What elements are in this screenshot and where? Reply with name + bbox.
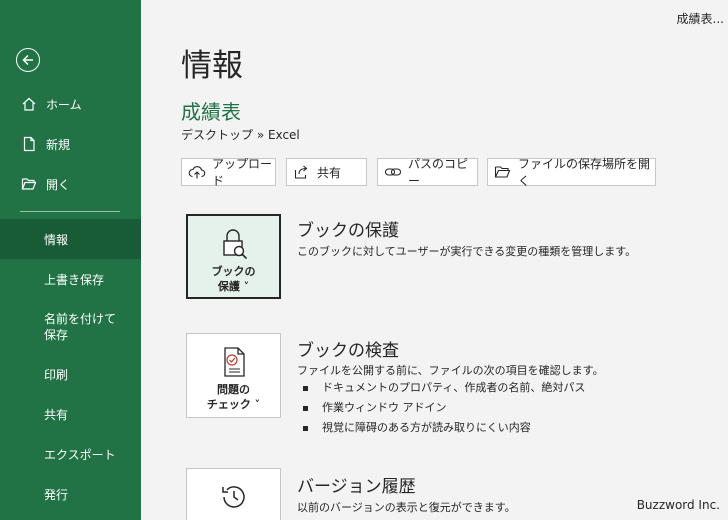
link-icon: [384, 163, 402, 181]
list-item: ドキュメントのプロパティ、作成者の名前、絶対パス: [303, 378, 585, 398]
protect-workbook-button[interactable]: ブックの 保護 ˅: [186, 214, 281, 299]
sidebar-item-label: 開く: [46, 177, 71, 192]
folder-icon: [494, 163, 512, 181]
sidebar-item-open[interactable]: 開く: [0, 164, 141, 204]
list-item: 視覚に障碍のある方が読み取りにくい内容: [303, 418, 585, 438]
card-label-line2: チェック ˅: [206, 398, 261, 411]
version-history-title: バージョン履歴: [297, 477, 416, 497]
share-button[interactable]: 共有: [286, 158, 367, 186]
copy-path-button[interactable]: パスのコピー: [377, 157, 478, 188]
sidebar-item-label: 新規: [46, 137, 71, 152]
sidebar-item-label: 発行: [44, 487, 69, 502]
sidebar-divider: [20, 211, 120, 212]
sidebar-item-label: 情報: [44, 232, 69, 247]
inspect-items-list: ドキュメントのプロパティ、作成者の名前、絶対パス 作業ウィンドウ アドイン 視覚…: [303, 378, 585, 438]
backstage-sidebar: ホーム 新規 開く 情報 上書き保存 名前を付けて保存 印刷 共有 エクスポート…: [0, 0, 141, 520]
version-history-description: 以前のバージョンの表示と復元ができます。: [297, 501, 516, 514]
watermark: Buzzword Inc.: [636, 498, 720, 512]
document-check-icon: [216, 344, 252, 380]
sidebar-item-export[interactable]: エクスポート: [0, 434, 141, 474]
sidebar-item-print[interactable]: 印刷: [0, 354, 141, 394]
version-history-button[interactable]: [186, 468, 281, 520]
sidebar-item-label: ホーム: [46, 97, 82, 112]
card-label-line1: 問題の: [217, 383, 250, 396]
share-icon: [293, 163, 311, 181]
inspect-workbook-title: ブックの検査: [297, 341, 399, 361]
sidebar-item-share[interactable]: 共有: [0, 394, 141, 434]
protect-workbook-title: ブックの保護: [297, 221, 399, 241]
sidebar-item-label: 印刷: [44, 367, 69, 382]
sidebar-item-label: エクスポート: [44, 447, 116, 462]
sidebar-item-info[interactable]: 情報: [0, 219, 141, 259]
inspect-workbook-description: ファイルを公開する前に、ファイルの次の項目を確認します。: [297, 364, 604, 377]
sidebar-item-publish[interactable]: 発行: [0, 474, 141, 514]
sidebar-item-new[interactable]: 新規: [0, 124, 141, 164]
window-title: 成績表...: [676, 12, 724, 26]
sidebar-item-label: 上書き保存: [44, 272, 105, 287]
card-label-line1: ブックの: [211, 265, 256, 278]
page-title: 情報: [181, 48, 243, 84]
document-name: 成績表: [181, 100, 241, 124]
document-path: デスクトップ » Excel: [181, 128, 300, 142]
cloud-upload-icon: [188, 163, 206, 181]
list-item: 作業ウィンドウ アドイン: [303, 398, 585, 418]
sidebar-item-save-as[interactable]: 名前を付けて保存: [0, 299, 141, 354]
arrow-left-circle-icon: [22, 54, 33, 66]
sidebar-item-label: 共有: [44, 407, 69, 422]
lock-search-icon: [216, 226, 252, 262]
back-button[interactable]: [16, 48, 40, 72]
home-icon: [20, 95, 38, 113]
sidebar-item-save[interactable]: 上書き保存: [0, 259, 141, 299]
sidebar-item-home[interactable]: ホーム: [0, 84, 141, 124]
new-file-icon: [20, 135, 38, 153]
sidebar-item-label: 名前を付けて保存: [44, 311, 117, 342]
card-label-line2: 保護 ˅: [217, 280, 250, 293]
folder-open-icon: [20, 175, 38, 193]
upload-button[interactable]: アップロード: [181, 157, 276, 188]
open-file-location-button[interactable]: ファイルの保存場所を開く: [487, 157, 656, 188]
check-issues-button[interactable]: 問題の チェック ˅: [186, 333, 281, 418]
history-clock-icon: [216, 479, 252, 515]
protect-workbook-description: このブックに対してユーザーが実行できる変更の種類を管理します。: [297, 245, 637, 258]
